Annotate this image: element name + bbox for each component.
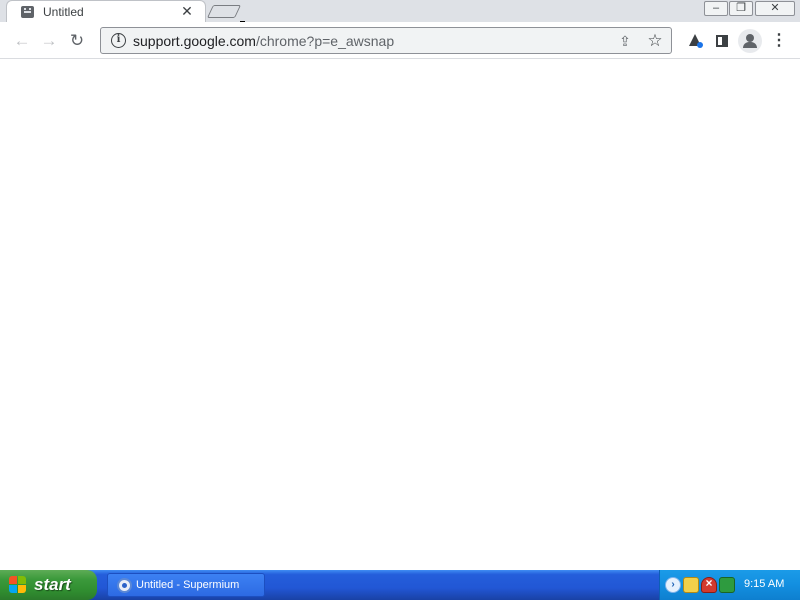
network-icon[interactable] — [683, 577, 699, 593]
bookmark-star-icon[interactable]: ☆ — [645, 31, 665, 51]
tab-title: Untitled — [43, 5, 84, 19]
flask-badge — [697, 42, 703, 48]
avatar-body — [743, 42, 757, 48]
taskbar: start Untitled - Supermium › 9:15 AM — [0, 570, 800, 600]
window-close-button[interactable]: ✕ — [755, 1, 795, 16]
page-content[interactable] — [0, 60, 800, 570]
avatar-head — [746, 34, 754, 42]
profile-avatar-icon[interactable] — [738, 29, 762, 53]
taskbar-item-supermium[interactable]: Untitled - Supermium — [107, 573, 265, 597]
site-info-icon[interactable]: i — [111, 33, 126, 48]
clock[interactable]: 9:15 AM — [744, 578, 784, 590]
url-text[interactable]: support.google.com/chrome?p=e_awsnap — [133, 33, 394, 49]
forward-button[interactable]: → — [38, 30, 60, 52]
system-tray: › 9:15 AM — [659, 570, 800, 600]
sad-page-icon — [21, 6, 34, 18]
new-tab-button[interactable] — [206, 5, 242, 18]
start-button[interactable]: start — [0, 570, 97, 600]
browser-menu-icon[interactable]: ⋮ — [768, 30, 790, 52]
url-host: support.google.com — [133, 33, 256, 49]
extensions-flask-icon[interactable] — [683, 30, 705, 52]
side-panel-icon[interactable] — [711, 30, 733, 52]
browser-tab[interactable]: Untitled ✕ — [6, 0, 206, 23]
tab-close-button[interactable]: ✕ — [179, 3, 195, 19]
back-button[interactable]: ← — [11, 30, 33, 52]
windows-logo-icon — [9, 576, 27, 594]
update-icon[interactable] — [719, 577, 735, 593]
restore-button[interactable]: ❐ — [729, 1, 753, 16]
start-label: start — [34, 575, 71, 594]
security-shield-icon[interactable] — [701, 576, 717, 593]
browser-toolbar: ← → ↻ i support.google.com/chrome?p=e_aw… — [0, 22, 800, 59]
share-icon[interactable]: ⇪ — [615, 32, 635, 50]
minimize-button[interactable]: – — [704, 1, 728, 16]
reload-button[interactable]: ↻ — [66, 30, 88, 52]
tab-strip: Untitled ✕ – ❐ ✕ — [0, 0, 800, 23]
address-bar[interactable]: i support.google.com/chrome?p=e_awsnap ⇪… — [100, 27, 672, 54]
tray-expand-icon[interactable]: › — [665, 577, 681, 593]
side-panel-shape — [716, 35, 728, 47]
url-path: /chrome?p=e_awsnap — [255, 33, 395, 49]
supermium-icon — [117, 578, 132, 593]
taskbar-item-label: Untitled - Supermium — [136, 579, 240, 591]
